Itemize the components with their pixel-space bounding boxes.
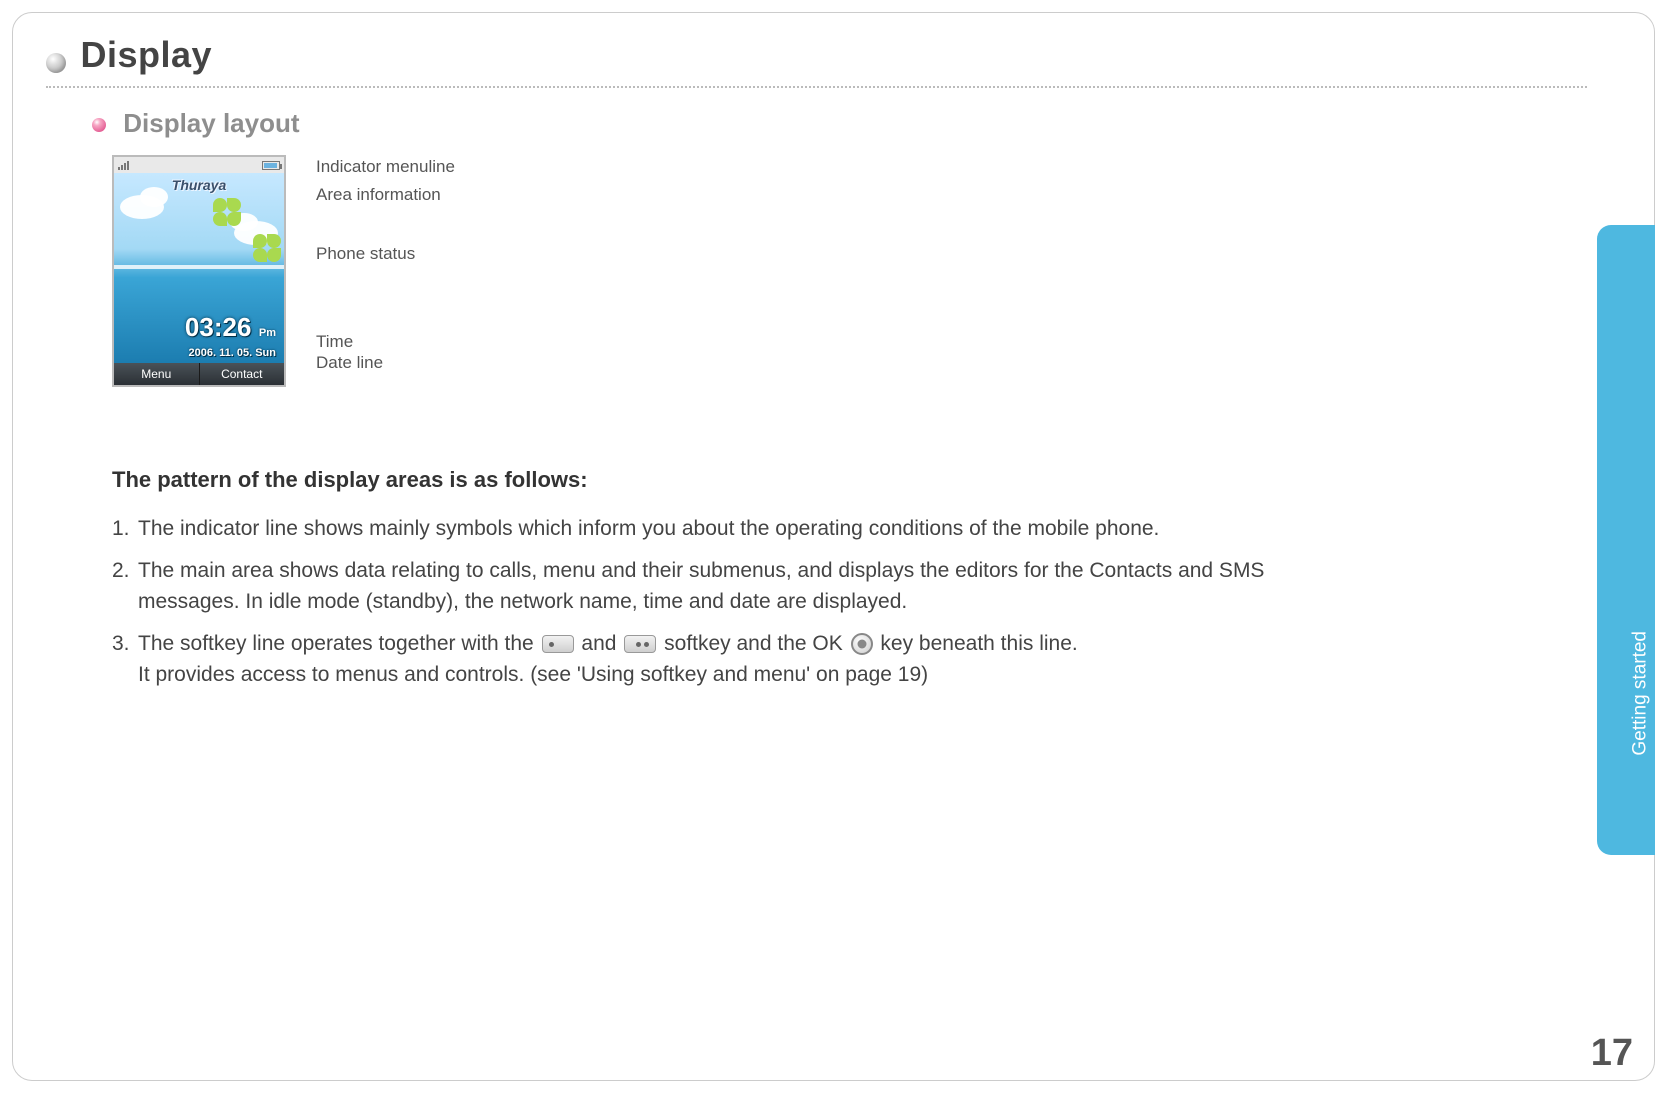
flower-icon (246, 227, 274, 255)
section: Display layout (46, 108, 1587, 691)
page-title: Display (80, 34, 212, 75)
time-block: 03:26 Pm (185, 312, 276, 343)
page-number: 17 (1591, 1032, 1633, 1075)
list-number: 2. (112, 555, 130, 587)
list-text-a: The softkey line operates together with … (138, 632, 540, 655)
chapter-tab (1597, 225, 1655, 855)
content-area: Display Display layout (46, 34, 1587, 1033)
battery-icon (262, 161, 280, 170)
list-text-d: key beneath this line. (880, 632, 1077, 655)
label-date: Date line (316, 353, 455, 373)
label-status: Phone status (316, 244, 455, 264)
subheading-text: Display layout (123, 108, 299, 138)
dotted-divider (46, 86, 1587, 88)
phone-main-area: Thuraya 03:26 Pm 2006. 11. 05. Sun (114, 173, 284, 363)
softkey-left: Menu (114, 363, 200, 385)
softkey-right: Contact (200, 363, 285, 385)
list-number: 1. (112, 513, 130, 545)
list-item: 1. The indicator line shows mainly symbo… (112, 513, 1292, 545)
flower-icon (206, 191, 234, 219)
title-row: Display (46, 34, 1587, 76)
body-list: 1. The indicator line shows mainly symbo… (112, 513, 1292, 691)
list-item: 3. The softkey line operates together wi… (112, 628, 1292, 691)
ok-key-icon (851, 633, 873, 655)
list-text-b: and (581, 632, 622, 655)
chapter-label: Getting started (1630, 631, 1652, 756)
list-text-c: softkey and the OK (664, 632, 848, 655)
list-text-e: It provides access to menus and controls… (138, 663, 928, 686)
operator-name: Thuraya (114, 177, 284, 193)
label-indicator: Indicator menuline (316, 157, 455, 177)
list-text: The indicator line shows mainly symbols … (138, 517, 1159, 540)
sphere-bullet-icon (46, 53, 66, 73)
body-block: The pattern of the display areas is as f… (112, 467, 1292, 691)
date-value: 2006. 11. 05. Sun (189, 347, 276, 359)
body-heading: The pattern of the display areas is as f… (112, 467, 1292, 493)
time-ampm: Pm (259, 327, 276, 339)
time-value: 03:26 (185, 312, 252, 343)
left-softkey-icon (542, 635, 574, 653)
layout-figure: Thuraya 03:26 Pm 2006. 11. 05. Sun Menu … (112, 155, 1587, 387)
list-text: The main area shows data relating to cal… (138, 559, 1264, 614)
phone-status-bar (114, 157, 284, 173)
label-area: Area information (316, 185, 455, 205)
list-item: 2. The main area shows data relating to … (112, 555, 1292, 618)
pink-bullet-icon (92, 118, 106, 132)
phone-mock: Thuraya 03:26 Pm 2006. 11. 05. Sun Menu … (112, 155, 286, 387)
phone-softkey-bar: Menu Contact (114, 363, 284, 385)
list-number: 3. (112, 628, 130, 660)
right-softkey-icon (624, 635, 656, 653)
label-time: Time (316, 332, 455, 352)
subheading-row: Display layout (92, 108, 1587, 139)
waterline (114, 265, 284, 269)
signal-icon (118, 161, 129, 170)
layout-labels: Indicator menuline Area information Phon… (316, 155, 455, 373)
